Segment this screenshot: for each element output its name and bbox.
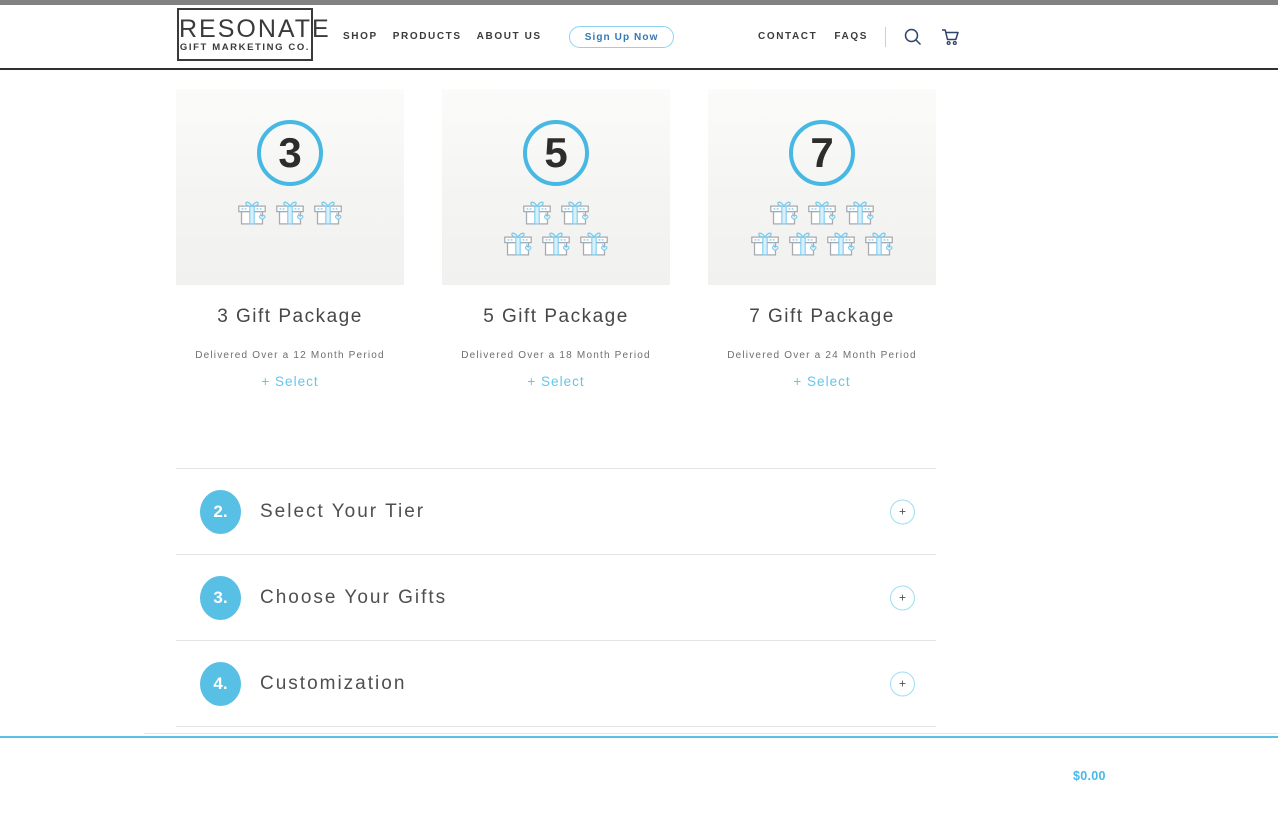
logo-title: RESONATE [179,14,331,43]
gift-icon [770,201,798,225]
gift-icons-group [442,197,670,259]
gift-icon [523,201,551,225]
site-header: RESONATE GIFT MARKETING CO. SHOP PRODUCT… [0,5,1278,70]
gift-row [708,197,936,228]
package-select-link[interactable]: + Select [261,374,318,389]
package-select-link[interactable]: + Select [527,374,584,389]
package-card-7: 7 7 Gift Package Delivered Over a 24 Mon… [708,89,936,391]
divider [144,733,1278,734]
step-number-badge: 2. [200,490,241,534]
logo-subtitle: GIFT MARKETING CO. [179,41,311,53]
sign-up-now-button[interactable]: Sign Up Now [568,25,675,48]
nav-item-contact[interactable]: CONTACT [758,31,817,42]
package-subtitle: Delivered Over a 12 Month Period [195,350,385,361]
package-count-badge: 3 [257,120,323,186]
step-customization[interactable]: 4. Customization + [176,641,936,727]
gift-icon [504,232,532,256]
gift-row [442,197,670,228]
package-title: 3 Gift Package [217,306,363,327]
package-title: 5 Gift Package [483,306,629,327]
gift-icon [846,201,874,225]
gift-icon [276,201,304,225]
step-choose-your-gifts[interactable]: 3. Choose Your Gifts + [176,555,936,641]
gift-icon [580,232,608,256]
gift-icon [542,232,570,256]
gift-icon [865,232,893,256]
primary-nav: SHOP PRODUCTS ABOUT US Sign Up Now [343,5,675,68]
gift-icon [238,201,266,225]
package-title: 7 Gift Package [749,306,895,327]
nav-item-about-us[interactable]: ABOUT US [477,31,542,42]
page: RESONATE GIFT MARKETING CO. SHOP PRODUCT… [0,0,1278,815]
cart-icon[interactable] [940,27,961,47]
expand-plus-button[interactable]: + [890,499,915,524]
expand-plus-button[interactable]: + [890,585,915,610]
gift-icon [827,232,855,256]
gift-icons-group [708,197,936,259]
gift-icon [751,232,779,256]
package-subtitle: Delivered Over a 18 Month Period [461,350,651,361]
step-select-your-tier[interactable]: 2. Select Your Tier + [176,469,936,555]
nav-item-products[interactable]: PRODUCTS [393,31,462,42]
package-image-5: 5 [442,89,670,285]
footer-top-rule [0,736,1278,738]
nav-item-shop[interactable]: SHOP [343,31,378,42]
step-title: Customization [260,672,407,694]
gift-row [708,228,936,259]
package-cards: 3 3 Gift Package Delivered Over a 12 Mon… [176,89,936,391]
gift-icon [561,201,589,225]
gift-icons-group [176,197,404,228]
gift-icon [314,201,342,225]
package-count-badge: 5 [523,120,589,186]
step-title: Choose Your Gifts [260,586,448,608]
step-title: Select Your Tier [260,500,426,522]
step-number-badge: 4. [200,662,241,706]
search-icon[interactable] [903,27,923,47]
cart-total: $0.00 [1073,769,1106,783]
package-image-3: 3 [176,89,404,285]
expand-plus-button[interactable]: + [890,671,915,696]
package-count-badge: 7 [789,120,855,186]
gift-icon [789,232,817,256]
gift-row [442,228,670,259]
gift-icon [808,201,836,225]
main-content: 3 3 Gift Package Delivered Over a 12 Mon… [176,89,936,727]
package-card-5: 5 5 Gift Package Delivered Over a 18 Mon… [442,89,670,391]
package-select-link[interactable]: + Select [793,374,850,389]
package-image-7: 7 [708,89,936,285]
gift-row [176,197,404,228]
nav-item-faqs[interactable]: FAQS [834,31,868,42]
nav-divider [884,26,886,47]
logo[interactable]: RESONATE GIFT MARKETING CO. [177,8,331,61]
accordion-steps: 2. Select Your Tier + 3. Choose Your Gif… [176,468,936,727]
secondary-nav: CONTACT FAQS [758,5,961,68]
step-number-badge: 3. [200,576,241,620]
package-subtitle: Delivered Over a 24 Month Period [727,350,917,361]
package-card-3: 3 3 Gift Package Delivered Over a 12 Mon… [176,89,404,391]
